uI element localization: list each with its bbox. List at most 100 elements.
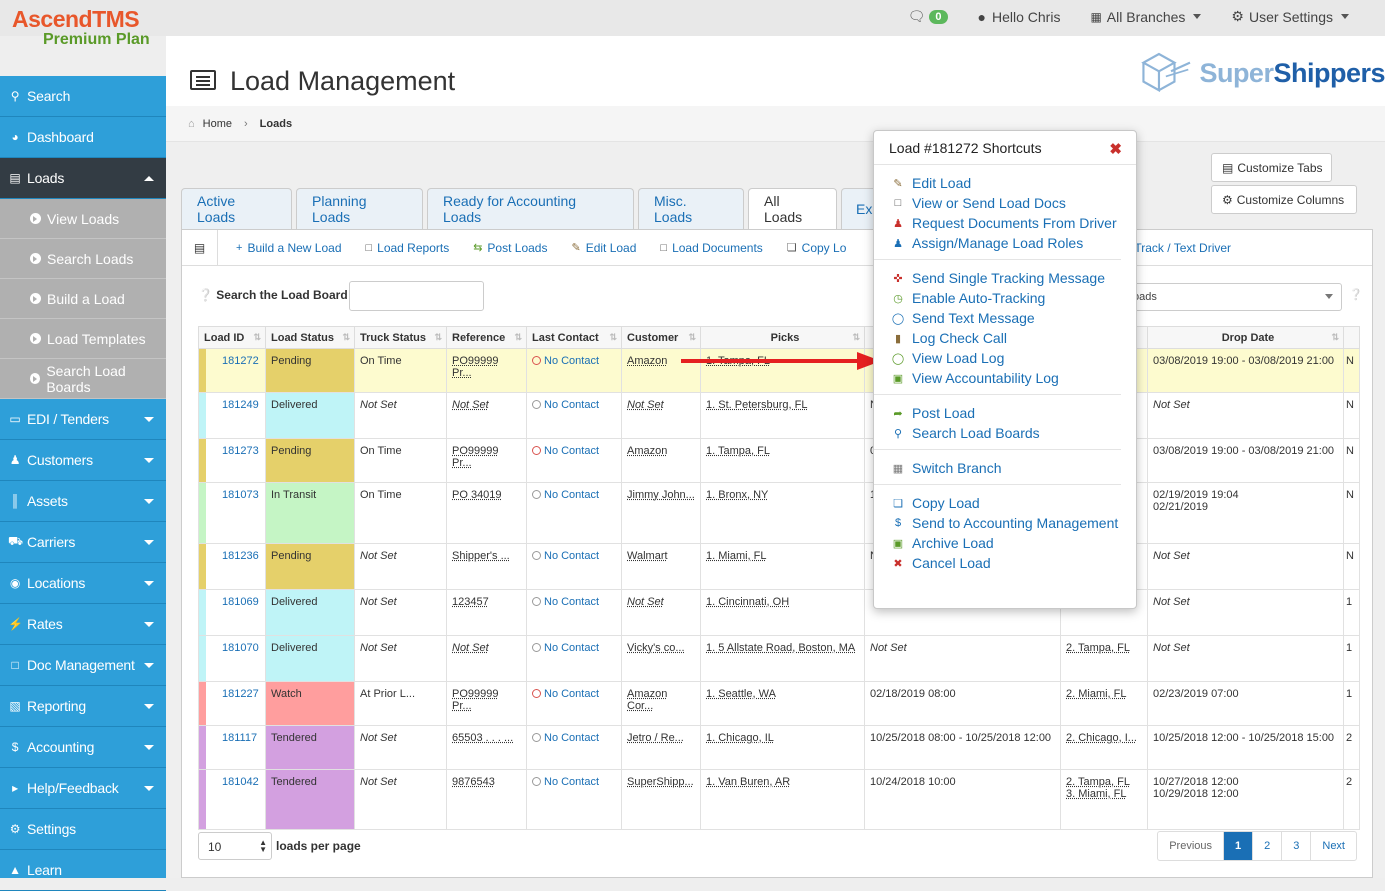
sidebar-item-learn[interactable]: ▲ Learn (0, 850, 166, 891)
tab-active-loads[interactable]: Active Loads (181, 188, 292, 229)
popup-item-view-load-log[interactable]: ◯ View Load Log (891, 348, 1121, 368)
copy-load-button[interactable]: ❏ Copy Lo (787, 241, 847, 255)
sidebar-item-rates[interactable]: ⚡ Rates (0, 604, 166, 645)
col-load-status[interactable]: Load Status ⇅ (265, 326, 355, 349)
breadcrumb-home[interactable]: Home (203, 118, 232, 130)
page-1-button[interactable]: 1 (1223, 832, 1253, 860)
popup-item-send-to-accounting-management[interactable]: $ Send to Accounting Management (891, 513, 1121, 533)
branches-dropdown[interactable]: ▦ All Branches (1090, 9, 1202, 25)
popup-item-view-accountability-log[interactable]: ▣ View Accountability Log (891, 368, 1121, 388)
build-new-load-button[interactable]: + Build a New Load (236, 241, 342, 255)
no-contact-link[interactable]: No Contact (532, 445, 599, 457)
last-contact-cell[interactable]: No Contact (526, 438, 622, 483)
last-contact-cell[interactable]: No Contact (526, 725, 622, 770)
last-contact-cell[interactable]: No Contact (526, 348, 622, 393)
tab-all-loads[interactable]: All Loads (748, 188, 837, 229)
popup-item-enable-auto-tracking[interactable]: ◷ Enable Auto-Tracking (891, 288, 1121, 308)
load-id-link[interactable]: 181273 (222, 445, 259, 457)
popup-item-assign-manage-load-roles[interactable]: ♟ Assign/Manage Load Roles (891, 233, 1121, 253)
table-row[interactable]: 181227 Watch At Prior L... PO99999 Pr... No … (198, 681, 1360, 726)
sidebar-item-reporting[interactable]: ▧ Reporting (0, 686, 166, 727)
sidebar-item-search[interactable]: ⚲ Search (0, 76, 166, 117)
col-more[interactable] (1343, 326, 1360, 349)
sidebar-item-edi-tenders[interactable]: ▭ EDI / Tenders (0, 399, 166, 440)
page-3-button[interactable]: 3 (1281, 832, 1310, 860)
no-contact-link[interactable]: No Contact (532, 732, 599, 744)
previous-page-button[interactable]: Previous (1158, 832, 1223, 860)
close-icon[interactable]: ✖ (1109, 140, 1122, 158)
sidebar-subitem-search-load-boards[interactable]: Search Load Boards (0, 359, 166, 399)
sidebar-item-help-feedback[interactable]: ▸ Help/Feedback (0, 768, 166, 809)
col-reference[interactable]: Reference ⇅ (446, 326, 527, 349)
load-id-cell[interactable]: 181117 (198, 725, 266, 770)
popup-item-edit-load[interactable]: ✎ Edit Load (891, 173, 1121, 193)
customize-columns-button[interactable]: ⚙ Customize Columns (1211, 185, 1357, 214)
popup-item-send-single-tracking-message[interactable]: ✜ Send Single Tracking Message (891, 268, 1121, 288)
tab-ready-for-accounting[interactable]: Ready for Accounting Loads (427, 188, 634, 229)
user-settings-dropdown[interactable]: ⚙ User Settings (1231, 8, 1349, 25)
load-reports-button[interactable]: □ Load Reports (366, 241, 450, 255)
load-id-link[interactable]: 181249 (222, 399, 259, 411)
sidebar-subitem-view-loads[interactable]: View Loads (0, 199, 166, 239)
load-id-cell[interactable]: 181249 (198, 392, 266, 439)
last-contact-cell[interactable]: No Contact (526, 543, 622, 590)
load-id-cell[interactable]: 181236 (198, 543, 266, 590)
customize-tabs-button[interactable]: ▤ Customize Tabs (1211, 153, 1332, 182)
popup-item-copy-load[interactable]: ❏ Copy Load (891, 493, 1121, 513)
load-id-link[interactable]: 181117 (222, 732, 257, 744)
popup-item-post-load[interactable]: ➦ Post Load (891, 403, 1121, 423)
last-contact-cell[interactable]: No Contact (526, 681, 622, 726)
popup-item-cancel-load[interactable]: ✖ Cancel Load (891, 553, 1121, 573)
load-id-cell[interactable]: 181227 (198, 681, 266, 726)
last-contact-cell[interactable]: No Contact (526, 769, 622, 830)
popup-item-search-load-boards[interactable]: ⚲ Search Load Boards (891, 423, 1121, 443)
user-greeting[interactable]: ● Hello Chris (978, 9, 1061, 25)
table-row[interactable]: 181073 In Transit On Time PO 34019 No Contac… (198, 482, 1360, 544)
table-row[interactable]: 181249 Delivered Not Set Not Set No Contact N… (198, 392, 1360, 439)
no-contact-link[interactable]: No Contact (532, 399, 599, 411)
sidebar-item-assets[interactable]: ║ Assets (0, 481, 166, 522)
load-id-cell[interactable]: 181070 (198, 635, 266, 682)
no-contact-link[interactable]: No Contact (532, 776, 599, 788)
table-row[interactable]: 181236 Pending Not Set Shipper's ... No Cont… (198, 543, 1360, 590)
last-contact-cell[interactable]: No Contact (526, 635, 622, 682)
popup-item-send-text-message[interactable]: ◯ Send Text Message (891, 308, 1121, 328)
load-id-link[interactable]: 181227 (222, 688, 259, 700)
sidebar-item-locations[interactable]: ◉ Locations (0, 563, 166, 604)
popup-item-request-documents-from-driver[interactable]: ♟ Request Documents From Driver (891, 213, 1121, 233)
no-contact-link[interactable]: No Contact (532, 489, 599, 501)
last-contact-cell[interactable]: No Contact (526, 589, 622, 636)
post-loads-button[interactable]: ⇆ Post Loads (473, 241, 547, 255)
last-contact-cell[interactable]: No Contact (526, 392, 622, 439)
per-page-select[interactable]: 10 ▲ ▼ (198, 832, 272, 860)
sidebar-item-settings[interactable]: ⚙ Settings (0, 809, 166, 850)
col-customer[interactable]: Customer ⇅ (621, 326, 701, 349)
search-board-input[interactable] (349, 281, 484, 311)
sidebar-subitem-search-loads[interactable]: Search Loads (0, 239, 166, 279)
tab-misc-loads[interactable]: Misc. Loads (638, 188, 744, 229)
page-2-button[interactable]: 2 (1252, 832, 1281, 860)
question-circle-icon[interactable]: ❔ (1349, 288, 1363, 301)
popup-item-log-check-call[interactable]: ▮ Log Check Call (891, 328, 1121, 348)
popup-item-archive-load[interactable]: ▣ Archive Load (891, 533, 1121, 553)
load-id-link[interactable]: 181070 (222, 642, 259, 654)
load-id-cell[interactable]: 181069 (198, 589, 266, 636)
load-documents-button[interactable]: □ Load Documents (660, 241, 762, 255)
ascendtms-logo[interactable]: AscendTMS Premium Plan (12, 6, 162, 50)
table-row[interactable]: 181117 Tendered Not Set 65503 . . . ... No C… (198, 725, 1360, 770)
table-row[interactable]: 181069 Delivered Not Set 123457 No Contact No… (198, 589, 1360, 636)
load-id-link[interactable]: 181272 (222, 355, 259, 367)
col-last-contact[interactable]: Last Contact ⇅ (526, 326, 622, 349)
sidebar-item-doc-management[interactable]: □ Doc Management (0, 645, 166, 686)
next-page-button[interactable]: Next (1310, 832, 1356, 860)
load-id-cell[interactable]: 181042 (198, 769, 266, 830)
sidebar-subitem-build-load[interactable]: Build a Load (0, 279, 166, 319)
col-picks[interactable]: Picks ⇅ (700, 326, 865, 349)
messages-button[interactable]: 🗨 0 (908, 8, 948, 25)
tab-planning-loads[interactable]: Planning Loads (296, 188, 423, 229)
sidebar-subitem-load-templates[interactable]: Load Templates (0, 319, 166, 359)
load-id-link[interactable]: 181069 (222, 596, 259, 608)
load-id-cell[interactable]: 181073 (198, 482, 266, 544)
load-id-link[interactable]: 181042 (222, 776, 259, 788)
popup-item-view-or-send-load-docs[interactable]: □ View or Send Load Docs (891, 193, 1121, 213)
